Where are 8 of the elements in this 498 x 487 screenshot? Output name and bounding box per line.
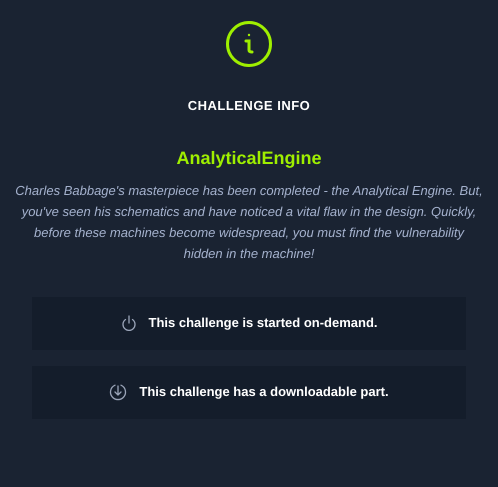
feature-text: This challenge has a downloadable part. bbox=[139, 383, 389, 402]
feature-text: This challenge is started on-demand. bbox=[148, 314, 378, 332]
info-icon bbox=[225, 20, 273, 68]
challenge-description: Charles Babbage's masterpiece has been completed - the Analytical Engine. But, you've seen his schematics and have noticed a vital flaw in the design. Quickly, before these machines become widespread, you must find the vulnerability hidden in the machine! bbox=[14, 182, 484, 262]
download-icon bbox=[109, 383, 128, 401]
challenge-name: AnalyticalEngine bbox=[176, 146, 322, 170]
section-heading: CHALLENGE INFO bbox=[188, 97, 310, 115]
power-icon bbox=[120, 314, 136, 332]
